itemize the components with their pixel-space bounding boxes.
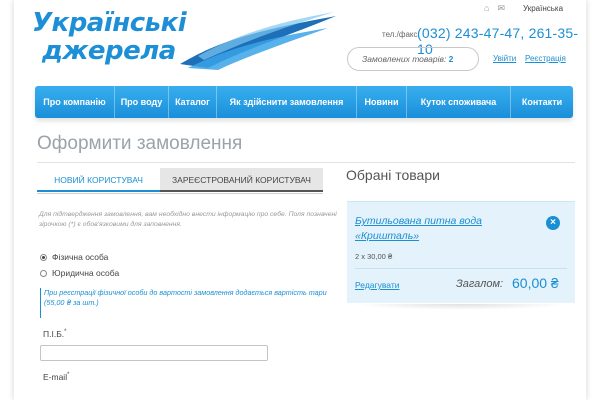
nav-item-catalog[interactable]: Каталог: [169, 86, 217, 118]
phone-label: тел./факс:: [382, 30, 420, 39]
title-divider: [37, 162, 575, 163]
total-label: Загалом:: [456, 278, 504, 290]
radio-button-checked[interactable]: [40, 253, 47, 261]
product-name-link[interactable]: Бутильована питна вода «Кришталь»: [355, 214, 525, 244]
product-quantity: 2 x 30,00 ₴: [355, 252, 393, 261]
user-type-tabs: Новий користувач Зареєстрований користув…: [37, 168, 323, 192]
required-mark: *: [67, 372, 70, 379]
main-nav: Про компанію Про воду Каталог Як здійсни…: [35, 86, 573, 118]
top-icons: ⌂ ✉: [484, 3, 513, 14]
cart-label: Замовлених товарів:: [362, 54, 447, 64]
total-value: 60,00 ₴: [512, 275, 559, 291]
nav-item-contacts[interactable]: Контакти: [511, 86, 573, 118]
fio-label-text: П.І.Б.: [43, 329, 65, 339]
wave-logo-icon: [180, 12, 336, 70]
tab-registered-user[interactable]: Зареєстрований користувач: [160, 168, 323, 192]
page: Українські джерела ⌂ ✉ Українська тел./фа…: [14, 0, 586, 400]
required-fields-note: Для підтвердження замовлення, вам необхі…: [39, 211, 337, 228]
logo-text-line2: джерела: [42, 36, 176, 66]
radio-legal-entity[interactable]: Юридична особа: [40, 268, 119, 278]
goods-box-shadow: [354, 304, 568, 310]
logo[interactable]: Українські джерела: [28, 6, 348, 70]
home-icon[interactable]: ⌂: [484, 3, 489, 13]
edit-order-link[interactable]: Редагувати: [355, 280, 399, 290]
tab-new-user[interactable]: Новий користувач: [37, 168, 160, 192]
nav-item-about[interactable]: Про компанію: [35, 86, 115, 118]
remove-item-icon[interactable]: ×: [546, 216, 560, 230]
email-label-text: E-mail: [43, 372, 68, 382]
mail-icon[interactable]: ✉: [497, 3, 505, 13]
logo-text-line1: Українські: [32, 8, 187, 38]
nav-item-consumer-corner[interactable]: Куток споживача: [407, 86, 511, 118]
nav-item-how-to-order[interactable]: Як здійснити замовлення: [217, 86, 357, 118]
tabs-divider: [37, 193, 323, 194]
radio-individual[interactable]: Фізична особа: [40, 252, 108, 262]
cart-summary[interactable]: Замовлених товарів: 2: [347, 47, 479, 71]
register-link[interactable]: Реєстрація: [525, 54, 566, 63]
fio-label: П.І.Б.*: [43, 329, 66, 339]
language-switch[interactable]: Українська: [523, 4, 563, 13]
fio-input[interactable]: [40, 345, 268, 361]
goods-divider: [355, 268, 567, 269]
cart-count: 2: [448, 54, 454, 64]
nav-item-news[interactable]: Новини: [357, 86, 407, 118]
radio-label-individual: Фізична особа: [52, 252, 109, 262]
container-fee-note: При реєстрації фізичної особи до вартост…: [40, 288, 330, 318]
selected-goods-box: Бутильована питна вода «Кришталь» × 2 x …: [347, 201, 575, 303]
page-title: Оформити замовлення: [37, 133, 243, 154]
nav-item-water[interactable]: Про воду: [115, 86, 169, 118]
login-link[interactable]: Увійти: [493, 54, 516, 63]
radio-label-legal-entity: Юридична особа: [52, 268, 120, 278]
required-mark: *: [64, 329, 67, 336]
radio-button-unchecked[interactable]: [40, 269, 47, 277]
selected-goods-title: Обрані товари: [346, 167, 440, 183]
email-label: E-mail*: [43, 372, 69, 382]
